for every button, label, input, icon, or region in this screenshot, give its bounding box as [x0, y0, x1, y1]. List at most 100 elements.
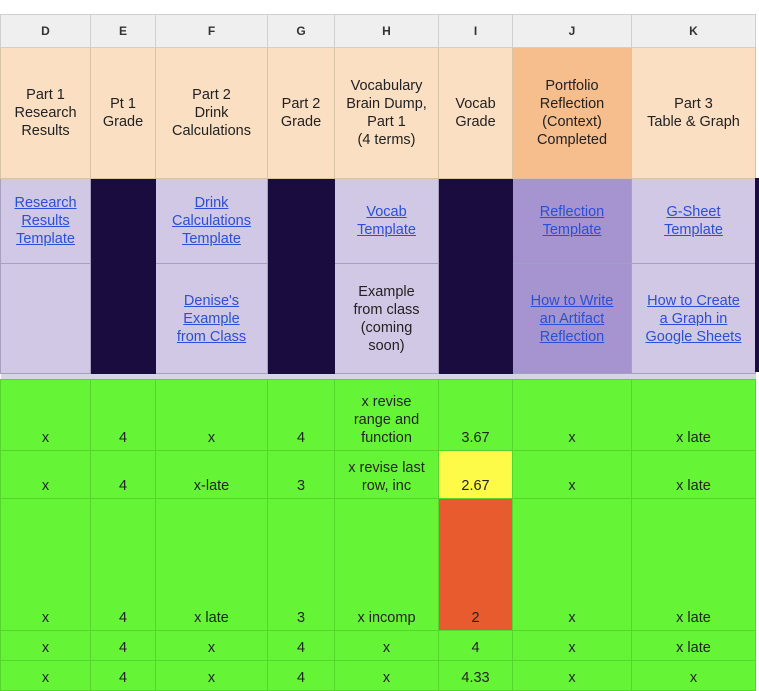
column-header-j[interactable]: J	[512, 14, 632, 48]
cell-portfolio-reflection[interactable]: x	[512, 498, 632, 631]
cell-research-results[interactable]: x	[0, 379, 91, 451]
cell-text: Pt 1 Grade	[93, 95, 153, 131]
text-line: Example	[183, 310, 240, 327]
header-table-graph[interactable]: Part 3 Table & Graph	[631, 47, 756, 179]
cell-drink-calculations[interactable]: x late	[155, 498, 268, 631]
cell-research-results[interactable]: x	[0, 498, 91, 631]
cell-table-graph[interactable]: x late	[631, 379, 756, 451]
link[interactable]: Reflection Template	[540, 203, 604, 239]
text-line: (Context)	[542, 114, 602, 130]
header-portfolio-reflection[interactable]: Portfolio Reflection (Context) Completed	[512, 47, 632, 179]
cell-drink-calculations[interactable]: x	[155, 660, 268, 691]
cell-pt1-grade[interactable]: 4	[90, 630, 156, 661]
cell-vocab-grade[interactable]: 2	[438, 498, 513, 631]
cell-drink-calculations[interactable]: x	[155, 379, 268, 451]
cell-portfolio-reflection[interactable]: Reflection Template	[512, 178, 632, 264]
cell-vocab-brain-dump[interactable]: x revise range and function	[334, 379, 439, 451]
cell-vocab-grade[interactable]: 4.33	[438, 660, 513, 691]
cell-text: 2	[441, 609, 510, 627]
cell-research-results[interactable]: x	[0, 630, 91, 661]
cell-part2-grade[interactable]: 3	[267, 498, 335, 631]
cell-part2-grade[interactable]: 4	[267, 630, 335, 661]
cell-research-results[interactable]	[0, 263, 91, 374]
header-vocab-grade[interactable]: Vocab Grade	[438, 47, 513, 179]
cell-research-results[interactable]: x	[0, 660, 91, 691]
cell-vocab-brain-dump[interactable]: x revise last row, inc	[334, 450, 439, 499]
link[interactable]: How to Write an Artifact Reflection	[531, 292, 614, 346]
cell-table-graph[interactable]: x late	[631, 450, 756, 499]
cell-part2-grade[interactable]: 3	[267, 450, 335, 499]
cell-pt1-grade[interactable]: 4	[90, 660, 156, 691]
link[interactable]: Vocab Template	[357, 203, 416, 239]
cell-vocab-grade[interactable]: 3.67	[438, 379, 513, 451]
blocked-cell[interactable]	[438, 178, 513, 264]
cell-text: 4	[93, 429, 153, 447]
link[interactable]: How to Create a Graph in Google Sheets	[646, 292, 742, 346]
column-header-e[interactable]: E	[90, 14, 156, 48]
text-line: Part 1	[367, 114, 406, 130]
cell-table-graph[interactable]: G-Sheet Template	[631, 178, 756, 264]
cell-vocab-brain-dump[interactable]: Example from class (coming soon)	[334, 263, 439, 374]
cell-text: x	[3, 639, 88, 657]
cell-text: Portfolio Reflection (Context) Completed	[515, 77, 629, 149]
blocked-cell[interactable]	[90, 178, 156, 264]
link[interactable]: Research Results Template	[14, 194, 76, 248]
column-header-g[interactable]: G	[267, 14, 335, 48]
link[interactable]: Denise's Example from Class	[177, 292, 246, 346]
header-pt1-grade[interactable]: Pt 1 Grade	[90, 47, 156, 179]
cell-vocab-brain-dump[interactable]: Vocab Template	[334, 178, 439, 264]
blocked-cell[interactable]	[267, 178, 335, 264]
column-header-k[interactable]: K	[631, 14, 756, 48]
text-line: x	[568, 670, 576, 686]
cell-research-results[interactable]: Research Results Template	[0, 178, 91, 264]
cell-text: x revise range and function	[337, 393, 436, 447]
text-line: x	[382, 670, 391, 686]
cell-table-graph[interactable]: x	[631, 660, 756, 691]
cell-drink-calculations[interactable]: Drink Calculations Template	[155, 178, 268, 264]
header-part2-grade[interactable]: Part 2 Grade	[267, 47, 335, 179]
header-drink-calculations[interactable]: Part 2 Drink Calculations	[155, 47, 268, 179]
cell-text: x late	[634, 429, 753, 447]
cell-vocab-grade[interactable]: 4	[438, 630, 513, 661]
cell-portfolio-reflection[interactable]: x	[512, 450, 632, 499]
cell-table-graph[interactable]: x late	[631, 498, 756, 631]
cell-table-graph[interactable]: How to Create a Graph in Google Sheets	[631, 263, 756, 374]
cell-part2-grade[interactable]: 4	[267, 379, 335, 451]
text-line: 4	[296, 430, 306, 446]
cell-portfolio-reflection[interactable]: How to Write an Artifact Reflection	[512, 263, 632, 374]
cell-drink-calculations[interactable]: x	[155, 630, 268, 661]
column-header-h[interactable]: H	[334, 14, 439, 48]
cell-vocab-brain-dump[interactable]: x	[334, 630, 439, 661]
cell-vocab-brain-dump[interactable]: x	[334, 660, 439, 691]
header-research-results[interactable]: Part 1 Research Results	[0, 47, 91, 179]
cell-portfolio-reflection[interactable]: x	[512, 660, 632, 691]
text-line: Table & Graph	[647, 114, 740, 130]
cell-vocab-brain-dump[interactable]: x incomp	[334, 498, 439, 631]
cell-drink-calculations[interactable]: Denise's Example from Class	[155, 263, 268, 374]
blocked-cell[interactable]	[438, 263, 513, 374]
column-header-f[interactable]: F	[155, 14, 268, 48]
cell-portfolio-reflection[interactable]: x	[512, 630, 632, 661]
cell-drink-calculations[interactable]: x-late	[155, 450, 268, 499]
cell-portfolio-reflection[interactable]: x	[512, 379, 632, 451]
link[interactable]: G-Sheet Template	[664, 203, 723, 239]
cell-vocab-grade[interactable]: 2.67	[438, 450, 513, 499]
link[interactable]: Drink Calculations Template	[172, 194, 251, 248]
cell-part2-grade[interactable]: 4	[267, 660, 335, 691]
text-line: (coming	[360, 319, 413, 336]
text-line: x	[207, 430, 216, 446]
column-header-i[interactable]: I	[438, 14, 513, 48]
blocked-cell[interactable]	[267, 263, 335, 374]
cell-text: x	[515, 609, 629, 627]
column-header-d[interactable]: D	[0, 14, 91, 48]
blocked-cell[interactable]	[90, 263, 156, 374]
cell-pt1-grade[interactable]: 4	[90, 498, 156, 631]
cell-research-results[interactable]: x	[0, 450, 91, 499]
cell-pt1-grade[interactable]: 4	[90, 379, 156, 451]
cell-table-graph[interactable]: x late	[631, 630, 756, 661]
dark-edge-cell	[755, 178, 759, 372]
student-row: x 4 x 4 x 4 x x late	[0, 630, 756, 661]
header-vocab-brain-dump[interactable]: Vocabulary Brain Dump, Part 1 (4 terms)	[334, 47, 439, 179]
cell-pt1-grade[interactable]: 4	[90, 450, 156, 499]
cell-text: 4	[441, 639, 510, 657]
